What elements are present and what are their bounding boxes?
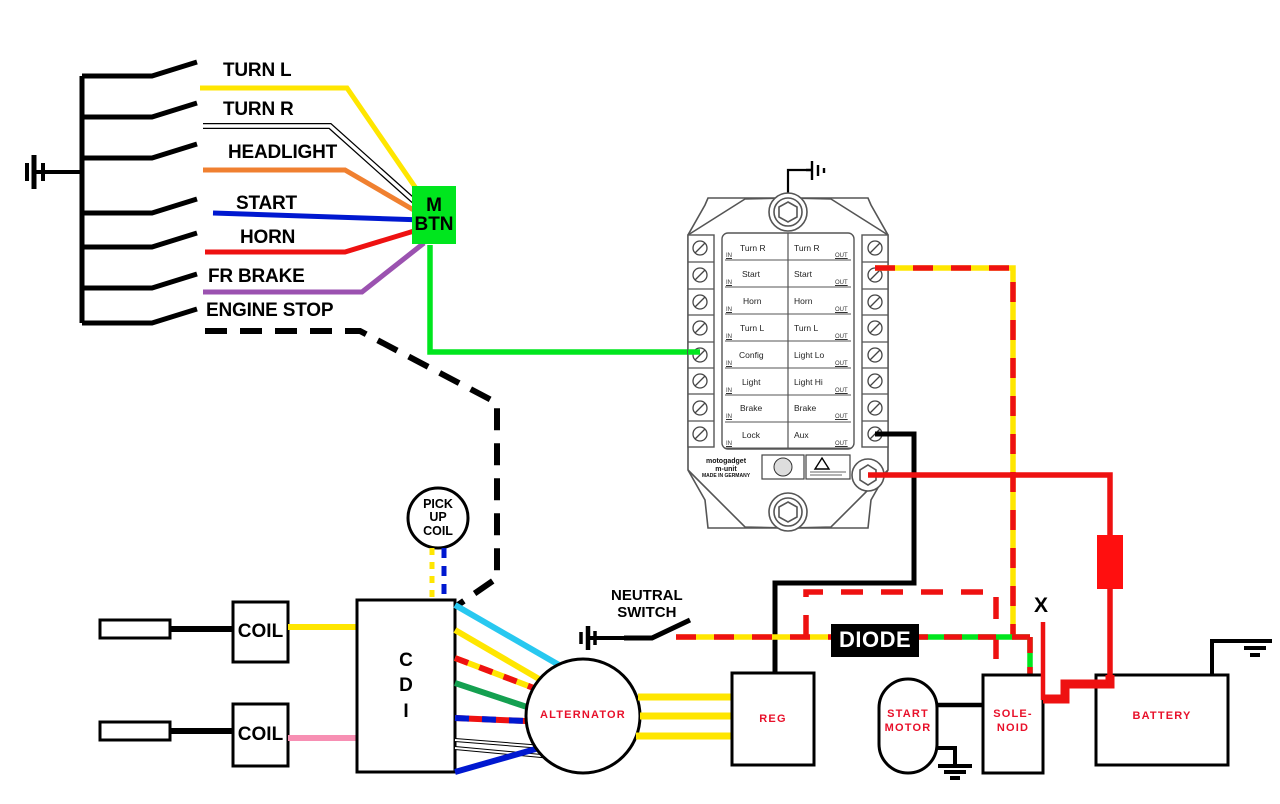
m-unit-brand-block: motogadget m-unit MADE IN GERMANY — [694, 458, 758, 480]
diagram-svg — [25, 59, 1272, 780]
wire-motor-ground — [937, 746, 957, 766]
start-motor-label: START MOTOR — [879, 705, 937, 739]
m-unit-out-marker-8: OUT — [835, 441, 848, 447]
m-unit-out-turn-r: Turn R — [794, 243, 820, 253]
neutral-switch-l1: NEUTRAL — [611, 587, 683, 604]
neutral-switch-group — [579, 617, 692, 650]
m-unit-out-light-hi: Light Hi — [794, 377, 823, 387]
wire-engine-stop — [205, 328, 500, 610]
m-unit-out-turn-l: Turn L — [794, 323, 819, 333]
switch-label-start: START — [236, 193, 297, 214]
switch-label-headlight: HEADLIGHT — [228, 142, 338, 163]
m-unit-ground-icon — [806, 161, 826, 180]
alternator-output-wires — [636, 693, 732, 740]
m-unit-in-marker-4: IN — [726, 334, 732, 340]
m-button-line1: M — [426, 195, 442, 216]
coil-top-label: COIL — [237, 621, 284, 642]
m-unit-in-marker-6: IN — [726, 388, 732, 394]
wire-m-btn-to-config — [427, 245, 690, 355]
switch-pole-headlight — [82, 141, 198, 161]
m-unit-out-marker-2: OUT — [835, 280, 848, 286]
coil-bottom-label: COIL — [237, 724, 284, 745]
neutral-switch-label: NEUTRAL SWITCH — [611, 587, 683, 622]
solenoid-l2: NOID — [996, 722, 1030, 734]
m-unit-in-marker-5: IN — [726, 361, 732, 367]
start-motor-l1: START — [887, 708, 929, 721]
switch-bank-ground-icon — [25, 155, 82, 189]
switch-label-horn: HORN — [240, 227, 296, 248]
fuse-block — [1097, 535, 1123, 589]
m-unit-in-horn: Horn — [743, 296, 762, 306]
m-unit-in-marker-8: IN — [726, 441, 732, 447]
wiring-diagram-canvas: TURN L TURN R HEADLIGHT START HORN FR BR… — [0, 0, 1280, 804]
m-unit-out-marker-6: OUT — [835, 388, 848, 394]
x-marker-label: X — [1034, 594, 1049, 617]
m-unit-bottom-bolt — [768, 492, 808, 532]
cdi-l1: C — [399, 649, 413, 671]
wire-munit-power-in — [868, 472, 1113, 536]
m-unit-in-marker-3: IN — [726, 307, 732, 313]
switch-bank-group — [25, 59, 198, 326]
switch-label-engine-stop: ENGINE STOP — [206, 300, 334, 321]
m-unit-top-bolt — [768, 192, 808, 232]
regulator-label: REG — [759, 713, 787, 726]
m-unit-in-brake: Brake — [740, 403, 763, 413]
m-unit-origin: MADE IN GERMANY — [701, 473, 751, 480]
m-unit-out-light-lo: Light Lo — [794, 350, 825, 360]
pick-up-coil-label: PICK UP COIL — [408, 492, 468, 544]
m-unit-out-marker-5: OUT — [835, 361, 848, 367]
spark-plug-top — [98, 618, 233, 640]
spark-plug-bottom — [98, 720, 233, 742]
neutral-switch-ground-icon — [579, 626, 624, 650]
pick-up-coil-l2: UP — [429, 510, 447, 525]
cdi-label: C D I — [357, 600, 455, 772]
pick-up-coil-l3: COIL — [423, 523, 453, 538]
cdi-l2: D — [399, 675, 413, 697]
m-unit-out-marker-4: OUT — [835, 334, 848, 340]
m-unit-out-marker-7: OUT — [835, 414, 848, 420]
switch-label-fr-brake: FR BRAKE — [208, 266, 305, 287]
m-unit-out-aux: Aux — [794, 430, 809, 440]
switch-pole-horn — [82, 230, 198, 250]
solenoid-label: SOLE- NOID — [983, 705, 1043, 739]
switch-label-turn-l: TURN L — [223, 60, 292, 81]
diode-label: DIODE — [831, 624, 920, 657]
m-unit-out-marker-3: OUT — [835, 307, 848, 313]
switch-label-turn-r: TURN R — [223, 99, 294, 120]
m-unit-in-start: Start — [742, 269, 760, 279]
m-button[interactable]: M BTN — [412, 186, 456, 244]
m-unit-in-config: Config — [739, 350, 764, 360]
switch-pole-fr-brake — [82, 271, 198, 291]
battery-label: BATTERY — [1132, 710, 1192, 723]
switch-pole-turn-l — [82, 59, 198, 79]
m-button-line2: BTN — [414, 214, 454, 235]
m-unit-out-start: Start — [794, 269, 812, 279]
solenoid-l1: SOLE- — [993, 708, 1033, 721]
m-unit-out-brake: Brake — [794, 403, 817, 413]
cdi-l3: I — [403, 700, 409, 722]
m-unit-in-marker-1: IN — [726, 253, 732, 259]
start-motor-l2: MOTOR — [884, 722, 932, 734]
battery-ground-icon — [1238, 639, 1272, 657]
neutral-switch-l2: SWITCH — [617, 604, 677, 622]
m-unit-in-light: Light — [742, 377, 761, 387]
switch-pole-turn-r — [82, 100, 198, 120]
alternator-label: ALTERNATOR — [540, 709, 626, 722]
m-unit-in-turn-l: Turn L — [740, 323, 765, 333]
m-unit-brand: motogadget — [705, 458, 747, 465]
m-unit-in-marker-7: IN — [726, 414, 732, 420]
m-unit-in-marker-2: IN — [726, 280, 732, 286]
start-motor-ground-icon — [938, 764, 972, 780]
switch-pole-engine-stop — [82, 306, 198, 326]
m-unit-in-turn-r: Turn R — [740, 243, 766, 253]
m-unit-out-marker-1: OUT — [835, 253, 848, 259]
m-unit-in-lock: Lock — [742, 430, 760, 440]
wire-horn — [205, 225, 425, 255]
switch-pole-start — [82, 196, 198, 216]
m-unit-out-horn: Horn — [794, 296, 813, 306]
